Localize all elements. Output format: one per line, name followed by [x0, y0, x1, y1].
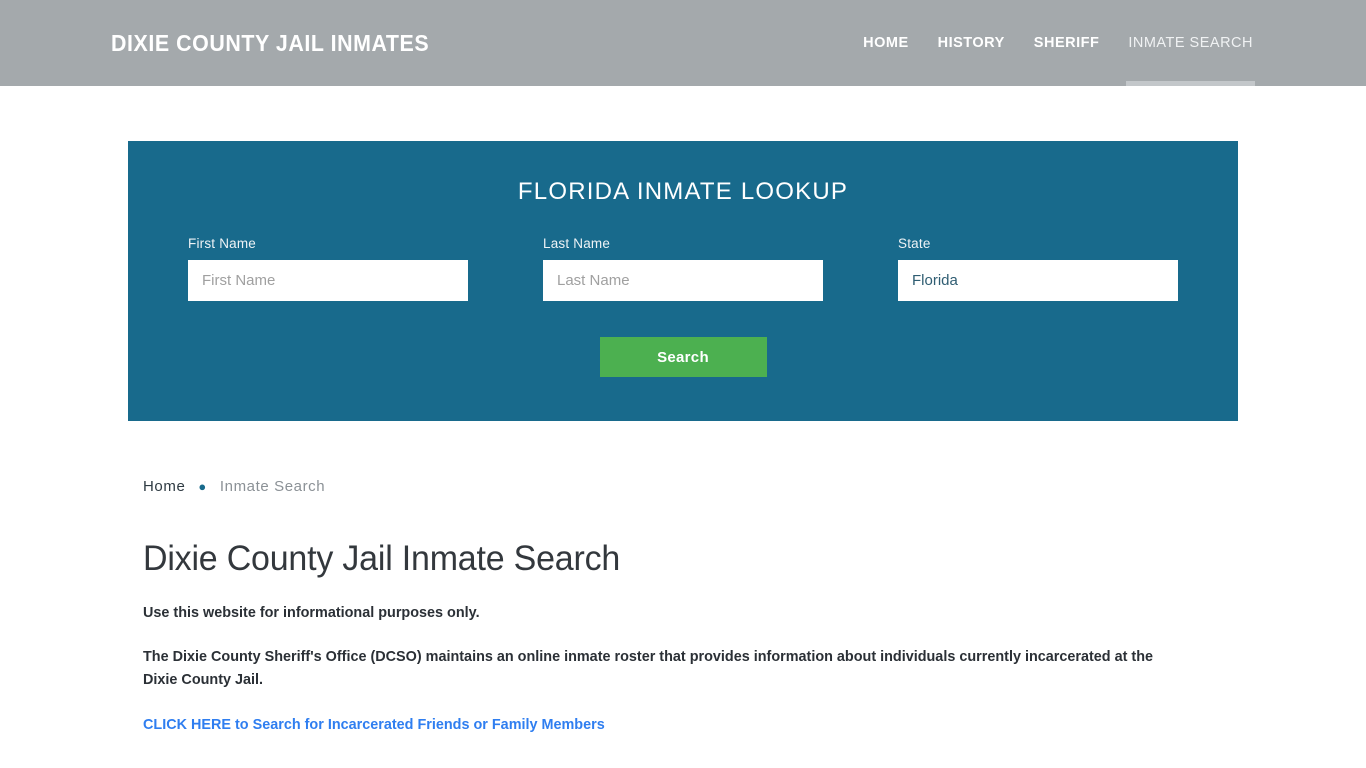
nav-item-history[interactable]: HISTORY — [938, 0, 1005, 86]
lookup-fields-row: First Name Last Name State — [188, 236, 1178, 302]
search-button-row: Search — [188, 337, 1178, 378]
inmate-search-cta-link[interactable]: CLICK HERE to Search for Incarcerated Fr… — [143, 714, 605, 735]
breadcrumb-separator-icon: ● — [198, 479, 207, 495]
first-name-field-group: First Name — [188, 236, 468, 302]
last-name-input[interactable] — [543, 260, 823, 302]
state-input[interactable] — [898, 260, 1178, 302]
state-field-group: State — [898, 236, 1178, 302]
last-name-field-group: Last Name — [543, 236, 823, 302]
first-name-label: First Name — [188, 236, 257, 252]
nav-item-sheriff[interactable]: SHERIFF — [1034, 0, 1100, 86]
roster-description-paragraph: The Dixie County Sheriff's Office (DCSO)… — [143, 647, 1154, 689]
last-name-label: Last Name — [543, 236, 611, 252]
page-title: Dixie County Jail Inmate Search — [143, 539, 621, 579]
breadcrumb-item-home[interactable]: Home — [143, 478, 185, 495]
search-button[interactable]: Search — [599, 337, 767, 378]
nav-item-inmate-search[interactable]: INMATE SEARCH — [1126, 0, 1255, 86]
lookup-panel-title: FLORIDA INMATE LOOKUP — [517, 178, 849, 205]
inmate-lookup-panel: FLORIDA INMATE LOOKUP First Name Last Na… — [128, 141, 1238, 422]
nav-item-home[interactable]: HOME — [863, 0, 909, 86]
breadcrumb: Home ● Inmate Search — [143, 478, 1253, 495]
site-title: DIXIE COUNTY JAIL INMATES — [111, 29, 430, 56]
main-navigation: HOME HISTORY SHERIFF INMATE SEARCH — [863, 0, 1255, 86]
site-header: DIXIE COUNTY JAIL INMATES HOME HISTORY S… — [0, 0, 1366, 86]
first-name-input[interactable] — [188, 260, 468, 302]
main-content: Home ● Inmate Search Dixie County Jail I… — [0, 478, 1366, 735]
state-label: State — [898, 236, 931, 252]
intro-paragraph: Use this website for informational purpo… — [143, 603, 480, 621]
breadcrumb-item-current: Inmate Search — [219, 478, 326, 496]
